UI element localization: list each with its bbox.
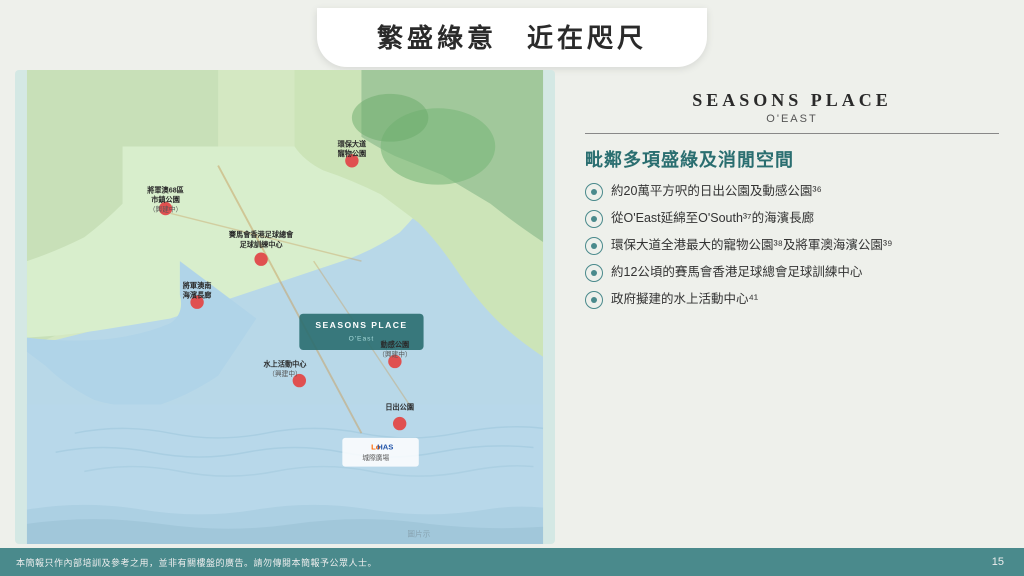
feature-text-2: 從O'East延綿至O'South³⁷的海濱長廊 (611, 209, 999, 228)
bottom-bar: 本簡報只作內部培訓及參考之用，並非有關樓盤的廣告。請勿傳閱本簡報予公眾人士。 1… (0, 548, 1024, 576)
map-svg: SEASONS PLACE O'East 環保大道 寵物公園 將軍澳68區 市鎮… (15, 70, 555, 544)
feature-icon-2 (585, 210, 603, 228)
svg-text:足球訓練中心: 足球訓練中心 (240, 240, 284, 249)
svg-text:HAS: HAS (377, 442, 393, 451)
svg-text:將軍澳68區: 將軍澳68區 (147, 185, 184, 194)
svg-text:水上活動中心: 水上活動中心 (263, 359, 308, 368)
svg-text:（興建中）: （興建中） (378, 350, 411, 359)
header-title-container: 繁盛綠意 近在咫尺 (317, 8, 707, 67)
feature-list: 約20萬平方呎的日出公園及動感公園³⁶ 從O'East延綿至O'South³⁷的… (585, 182, 999, 309)
svg-text:賽馬會香港足球總會: 賽馬會香港足球總會 (228, 230, 294, 239)
svg-text:（興建中）: （興建中） (268, 369, 301, 378)
feature-icon-5 (585, 291, 603, 309)
svg-text:SEASONS PLACE: SEASONS PLACE (315, 320, 407, 330)
svg-text:海濱長廊: 海濱長廊 (183, 290, 212, 299)
feature-icon-1 (585, 183, 603, 201)
page-number: 15 (992, 556, 1004, 568)
feature-icon-4 (585, 264, 603, 282)
brand-logo: SEASONS PLACE O'EAST (585, 90, 999, 134)
feature-item-3: 環保大道全港最大的寵物公園³⁸及將軍澳海濱公園³⁹ (585, 236, 999, 255)
brand-name: SEASONS PLACE (585, 90, 999, 111)
svg-text:O'East: O'East (349, 335, 375, 342)
page-title: 繁盛綠意 近在咫尺 (377, 18, 647, 55)
feature-text-3: 環保大道全港最大的寵物公園³⁸及將軍澳海濱公園³⁹ (611, 236, 999, 255)
map-area: SEASONS PLACE O'East 環保大道 寵物公園 將軍澳68區 市鎮… (15, 70, 555, 544)
feature-text-4: 約12公頃的賽馬會香港足球總會足球訓練中心 (611, 263, 999, 282)
feature-text-1: 約20萬平方呎的日出公園及動感公園³⁶ (611, 182, 999, 201)
svg-text:市鎮公園: 市鎮公園 (151, 195, 180, 204)
feature-item-5: 政府擬建的水上活動中心⁴¹ (585, 290, 999, 309)
feature-icon-3 (585, 237, 603, 255)
svg-text:動感公園: 動感公園 (381, 340, 410, 349)
feature-text-5: 政府擬建的水上活動中心⁴¹ (611, 290, 999, 309)
svg-text:環保大道: 環保大道 (338, 139, 367, 148)
right-panel: SEASONS PLACE O'EAST 毗鄰多項盛綠及消閒空間 約20萬平方呎… (570, 70, 1014, 544)
svg-text:寵物公園: 寵物公園 (338, 149, 367, 158)
section-title: 毗鄰多項盛綠及消閒空間 (585, 146, 999, 172)
svg-text:（興建中）: （興建中） (149, 204, 182, 213)
brand-sub: O'EAST (585, 113, 999, 125)
feature-item-1: 約20萬平方呎的日出公園及動感公園³⁶ (585, 182, 999, 201)
svg-text:日出公園: 日出公園 (385, 402, 414, 411)
svg-text:城際廣場: 城際廣場 (362, 453, 389, 462)
feature-item-4: 約12公頃的賽馬會香港足球總會足球訓練中心 (585, 263, 999, 282)
svg-text:將軍澳南: 將軍澳南 (183, 281, 212, 290)
feature-item-2: 從O'East延綿至O'South³⁷的海濱長廊 (585, 209, 999, 228)
disclaimer-text: 本簡報只作內部培訓及參考之用，並非有關樓盤的廣告。請勿傳閱本簡報予公眾人士。 (16, 556, 377, 569)
